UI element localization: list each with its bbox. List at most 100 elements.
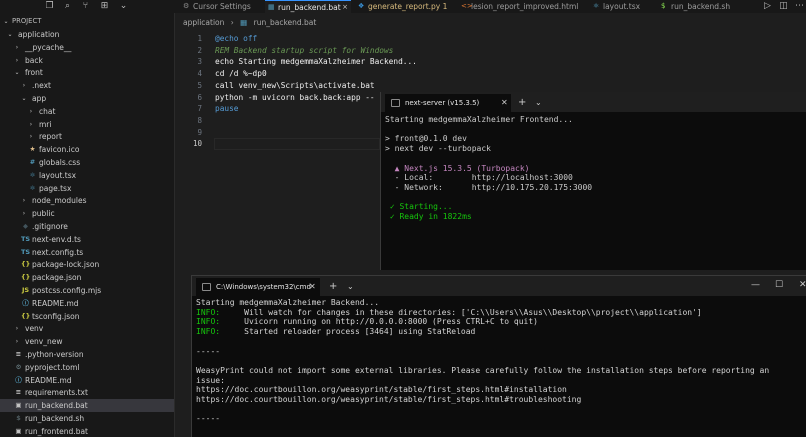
- tree-item[interactable]: ⚛ layout.tsx: [0, 169, 174, 182]
- tree-item[interactable]: $ run_backend.sh: [0, 412, 174, 425]
- python-icon: ❖: [358, 2, 365, 10]
- tree-item-label: tsconfig.json: [32, 311, 80, 321]
- tree-item[interactable]: # globals.css: [0, 156, 174, 169]
- tree-item-label: package.json: [32, 273, 82, 283]
- file-icon: ⚛: [29, 183, 36, 192]
- explorer-icon[interactable]: ❐: [44, 1, 55, 12]
- run-icon[interactable]: ▷: [762, 1, 773, 12]
- tree-item[interactable]: {} package-lock.json: [0, 258, 174, 271]
- explorer-section-header[interactable]: ⌄ PROJECT: [0, 15, 174, 28]
- line-number: 10: [192, 139, 202, 149]
- chevron-down-icon[interactable]: ⌄: [118, 1, 129, 12]
- tree-item[interactable]: TS next-env.d.ts: [0, 233, 174, 246]
- extensions-icon[interactable]: ⊞: [99, 1, 110, 12]
- tab-run-backend-sh[interactable]: $ run_backend.sh: [658, 0, 742, 13]
- chevron-down-icon[interactable]: ⌄: [347, 278, 354, 296]
- file-icon: {}: [21, 311, 31, 320]
- tab-label: lesion_report_improved.html: [471, 2, 579, 11]
- close-icon[interactable]: ✕: [501, 94, 508, 112]
- tree-item[interactable]: JS postcss.config.mjs: [0, 284, 174, 297]
- tree-item-label: requirements.txt: [25, 388, 88, 398]
- maximize-button[interactable]: ☐: [775, 278, 783, 292]
- tree-item[interactable]: ▣ run_backend.bat: [0, 399, 174, 413]
- tree-item-label: venv: [25, 324, 44, 334]
- tree-item[interactable]: ◆ .gitignore: [0, 220, 174, 233]
- tree-item[interactable]: › chat: [0, 105, 174, 118]
- terminal-line: https://doc.courtbouillon.org/weasyprint…: [196, 385, 567, 394]
- split-editor-icon[interactable]: ◫: [778, 1, 789, 12]
- tree-item[interactable]: ≡ .python-version: [0, 348, 174, 361]
- close-window-button[interactable]: ✕: [799, 278, 806, 292]
- close-icon[interactable]: ✕: [309, 278, 316, 296]
- tree-item[interactable]: {} tsconfig.json: [0, 310, 174, 323]
- tab-generate-report-py[interactable]: ❖ generate_report.py 1: [355, 0, 454, 13]
- more-actions-icon[interactable]: ⋯: [794, 1, 805, 12]
- new-tab-button[interactable]: +: [329, 278, 337, 296]
- tree-item[interactable]: ⚛ page.tsx: [0, 182, 174, 195]
- chevron-down-icon: ⌄: [21, 95, 27, 102]
- new-tab-button[interactable]: +: [518, 94, 526, 112]
- current-line-highlight: [214, 138, 380, 150]
- tree-item[interactable]: › __pycache__: [0, 41, 174, 54]
- tree-item-label: front: [25, 68, 43, 78]
- tree-item[interactable]: ⚙ pyproject.toml: [0, 361, 174, 374]
- tree-item[interactable]: › back: [0, 54, 174, 67]
- breadcrumb-file[interactable]: run_backend.bat: [254, 18, 317, 27]
- tree-item[interactable]: TS next.config.ts: [0, 246, 174, 259]
- minimize-button[interactable]: —: [751, 278, 760, 292]
- tree-item[interactable]: › mri: [0, 118, 174, 131]
- terminal-tab-next-server[interactable]: next-server (v15.3.5) ✕: [385, 94, 511, 112]
- chevron-down-icon[interactable]: ⌄: [535, 94, 542, 112]
- tree-item[interactable]: ★ favicon.ico: [0, 143, 174, 156]
- tree-item[interactable]: ⌄ application: [0, 28, 174, 41]
- tab-label: Cursor Settings: [193, 2, 251, 11]
- tree-item-label: venv_new: [25, 337, 63, 347]
- terminal-line-text: Started reloader process [3464] using St…: [220, 327, 476, 337]
- file-icon: ▣: [15, 401, 22, 410]
- line-number: 5: [197, 80, 202, 90]
- terminal-line: INFO: Will watch for changes in these di…: [196, 308, 702, 317]
- chevron-down-icon: ⌄: [3, 18, 9, 25]
- tree-item[interactable]: ⌄ front: [0, 66, 174, 79]
- source-control-icon[interactable]: ⑂: [80, 1, 91, 12]
- line-number: 3: [197, 57, 202, 67]
- breadcrumb: application › ▦ run_backend.bat: [183, 16, 320, 30]
- close-icon[interactable]: ×: [342, 1, 348, 14]
- terminal-line-text: WeasyPrint could not import some externa…: [196, 365, 770, 375]
- breadcrumb-folder[interactable]: application: [183, 18, 224, 27]
- tree-item[interactable]: › report: [0, 130, 174, 143]
- tree-item[interactable]: ⓘ README.md: [0, 297, 174, 310]
- code-line: echo Starting medgemmaXalzheimer Backend…: [215, 57, 417, 67]
- title-bar: ❐ ⌕ ⑂ ⊞ ⌄ ⚙ Cursor Settings ▦ run_backen…: [0, 0, 806, 13]
- tree-item[interactable]: ▣ run_frontend.bat: [0, 425, 174, 437]
- tree-item[interactable]: ⓘ README.md: [0, 374, 174, 387]
- file-icon: TS: [21, 234, 31, 243]
- code-line: pause: [215, 104, 239, 114]
- tree-item-label: next.config.ts: [32, 247, 84, 257]
- tree-item[interactable]: › node_modules: [0, 194, 174, 207]
- chevron-right-icon: ›: [22, 210, 26, 218]
- tree-item[interactable]: ⌄ app: [0, 92, 174, 105]
- tree-item[interactable]: ≡ requirements.txt: [0, 386, 174, 399]
- tab-layout-tsx[interactable]: ⚛ layout.tsx: [590, 0, 656, 13]
- tree-item-label: chat: [39, 106, 56, 116]
- tree-item-label: README.md: [25, 375, 72, 385]
- tree-item[interactable]: › .next: [0, 79, 174, 92]
- search-icon[interactable]: ⌕: [62, 1, 73, 12]
- tree-item[interactable]: › venv_new: [0, 335, 174, 348]
- tree-item[interactable]: › venv: [0, 322, 174, 335]
- code-line: python -m uvicorn back.back:app --: [215, 92, 375, 102]
- tab-run-backend-bat[interactable]: ▦ run_backend.bat ×: [265, 0, 351, 13]
- chevron-right-icon: ›: [22, 197, 26, 205]
- terminal-line: -----: [196, 414, 220, 423]
- tab-lesion-report-html[interactable]: <> lesion_report_improved.html: [458, 0, 586, 13]
- terminal-tab-cmd[interactable]: C:\Windows\system32\cmd ✕: [196, 278, 320, 296]
- tab-cursor-settings[interactable]: ⚙ Cursor Settings: [180, 0, 264, 13]
- terminal-icon: [202, 283, 211, 291]
- tree-item[interactable]: {} package.json: [0, 271, 174, 284]
- terminal-line: -----: [196, 347, 220, 356]
- terminal-cmd[interactable]: C:\Windows\system32\cmd ✕ + ⌄ — ☐ ✕ Star…: [191, 275, 806, 437]
- tree-item[interactable]: › public: [0, 207, 174, 220]
- line-number: 2: [197, 45, 202, 55]
- terminal-next-server[interactable]: next-server (v15.3.5) ✕ + ⌄ Starting med…: [380, 92, 806, 270]
